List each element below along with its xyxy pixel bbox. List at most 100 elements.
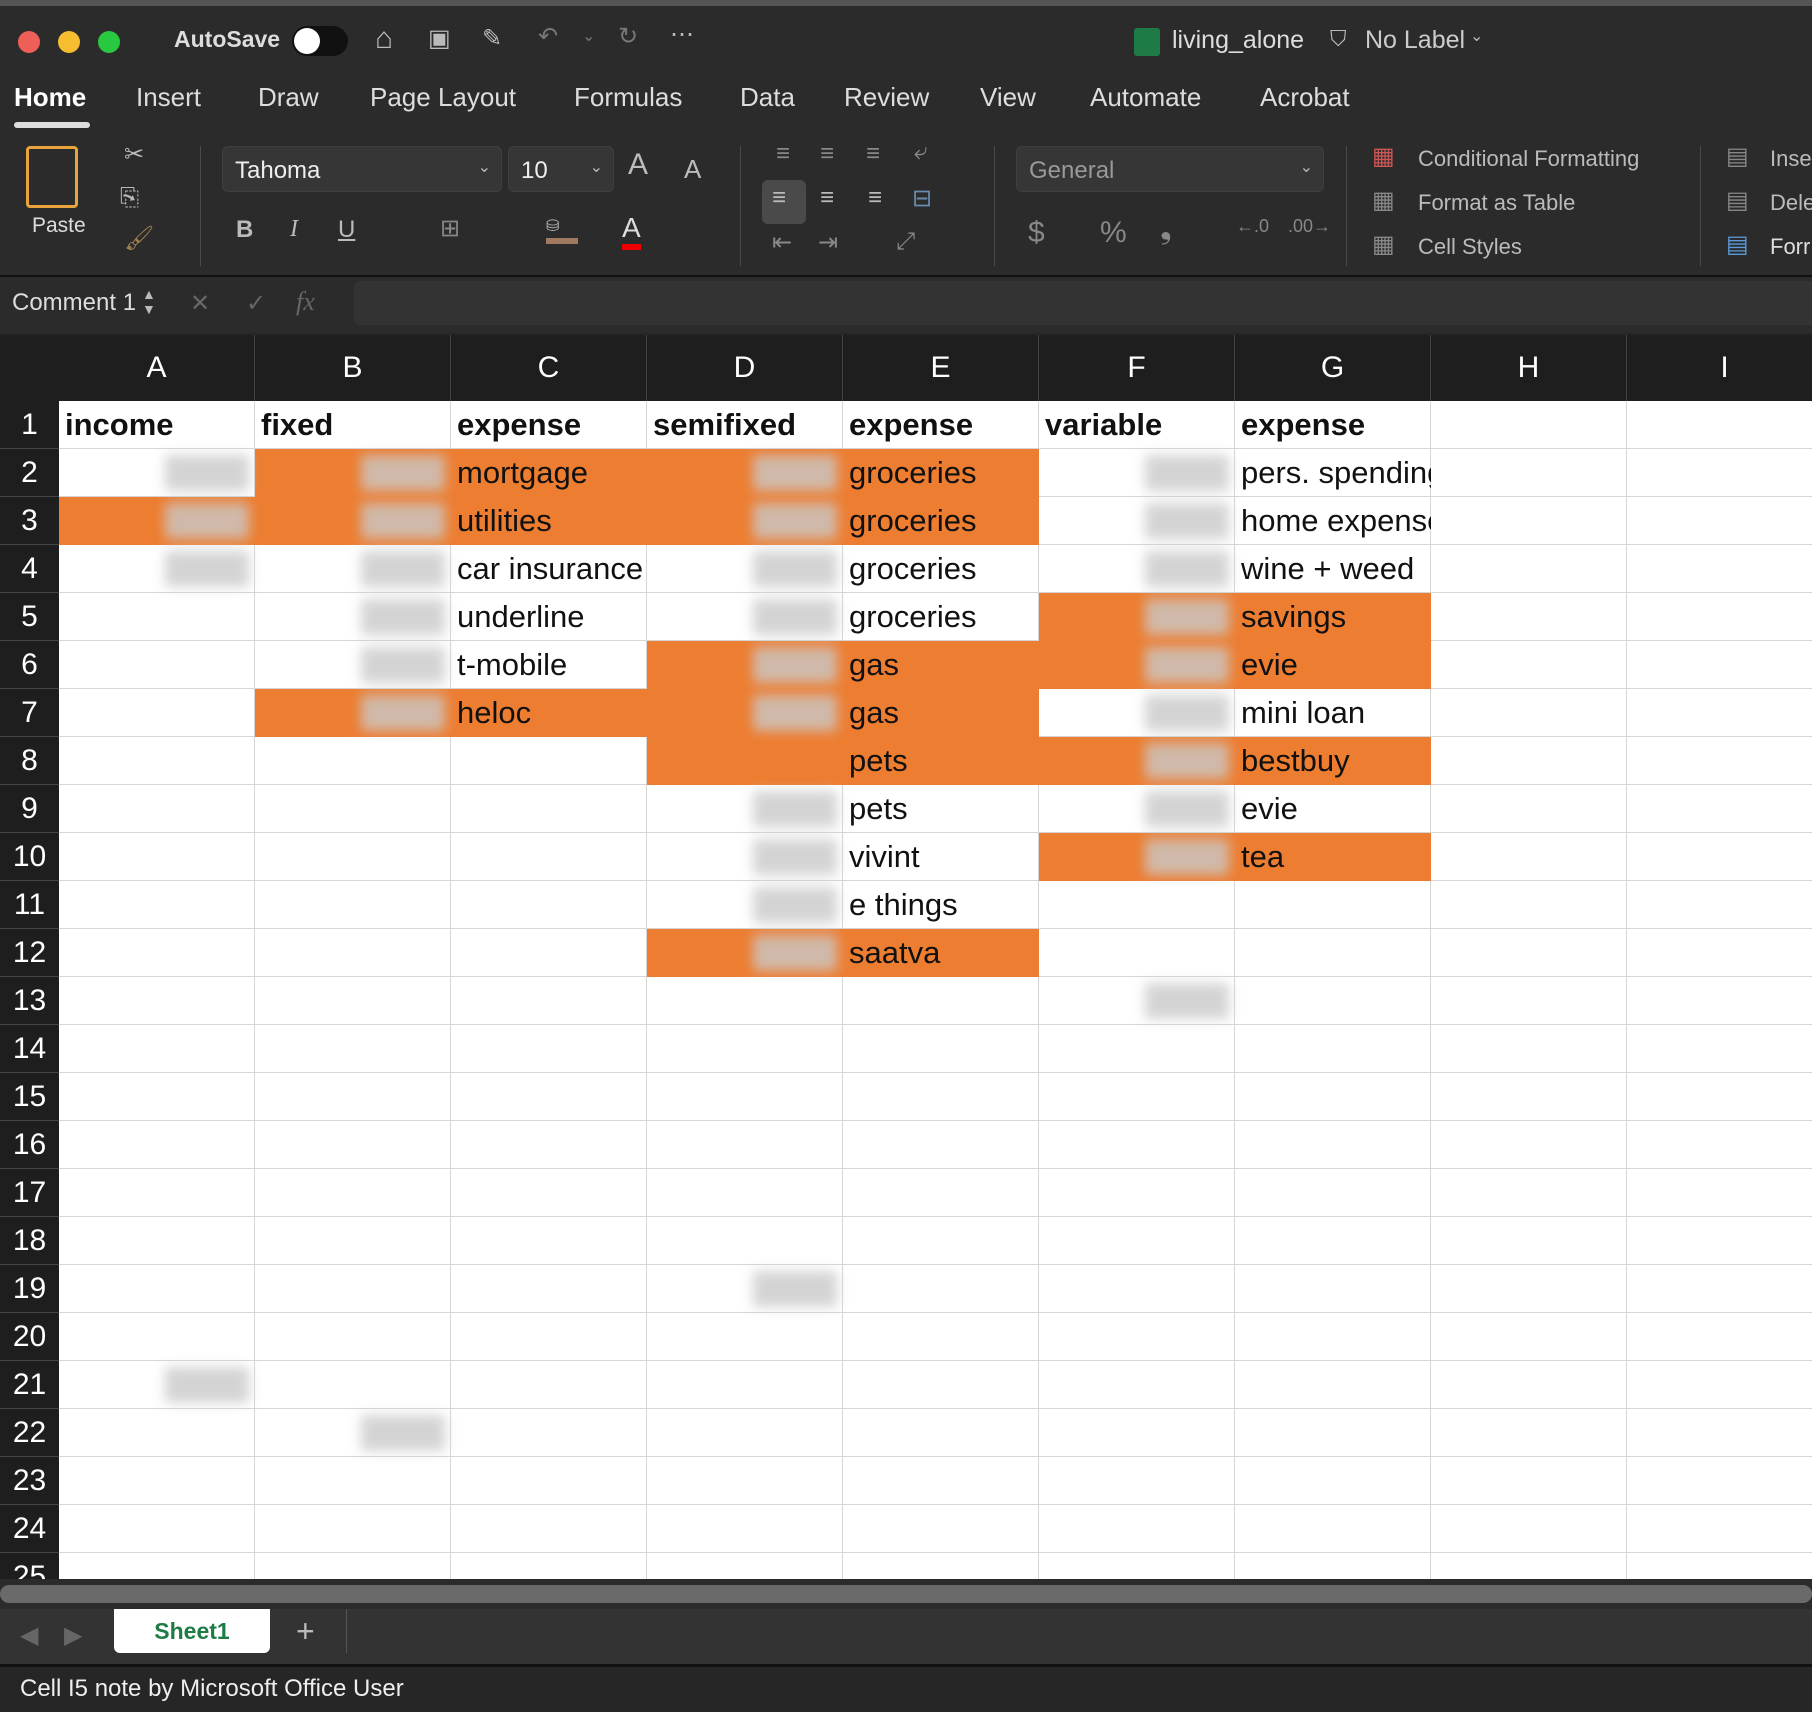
cell-a9[interactable] [59,785,255,833]
cancel-icon[interactable]: ✕ [190,289,210,318]
cell-a7[interactable] [59,689,255,737]
align-center-icon[interactable]: ≡ [820,184,834,212]
row-header[interactable]: 20 [0,1313,59,1361]
cell-g24[interactable] [1235,1505,1431,1553]
row-header[interactable]: 21 [0,1361,59,1409]
cell-d25[interactable] [647,1553,843,1579]
cell-f18[interactable] [1039,1217,1235,1265]
cell-i1[interactable] [1627,401,1812,449]
cell-b14[interactable] [255,1025,451,1073]
cell-h15[interactable] [1431,1073,1627,1121]
cell-i17[interactable] [1627,1169,1812,1217]
cell-i19[interactable] [1627,1265,1812,1313]
cell-h21[interactable] [1431,1361,1627,1409]
tab-review[interactable]: Review [844,82,929,113]
cell-d22[interactable] [647,1409,843,1457]
align-middle-icon[interactable]: ≡ [820,140,834,168]
cell-h2[interactable] [1431,449,1627,497]
cell-g20[interactable] [1235,1313,1431,1361]
borders-icon[interactable]: ⊞ [440,214,460,243]
cell-h10[interactable] [1431,833,1627,881]
font-color-button[interactable]: A [622,212,641,250]
cell-c17[interactable] [451,1169,647,1217]
cell-f25[interactable] [1039,1553,1235,1579]
cell-a22[interactable] [59,1409,255,1457]
cell-e16[interactable] [843,1121,1039,1169]
insert-button[interactable]: Inse [1770,146,1812,172]
cell-i11[interactable] [1627,881,1812,929]
cell-f16[interactable] [1039,1121,1235,1169]
select-all-button[interactable] [0,335,59,401]
cell-i4[interactable] [1627,545,1812,593]
cell-c25[interactable] [451,1553,647,1579]
cell-a13[interactable] [59,977,255,1025]
row-header[interactable]: 6 [0,641,59,689]
cut-icon[interactable]: ✂ [124,140,144,169]
cell-b12[interactable] [255,929,451,977]
cell-g22[interactable] [1235,1409,1431,1457]
name-box-stepper[interactable]: ▲ ▼ [142,287,156,317]
row-header[interactable]: 23 [0,1457,59,1505]
font-name-select[interactable]: Tahoma ⌄ [222,146,502,192]
cell-h7[interactable] [1431,689,1627,737]
cell-b11[interactable] [255,881,451,929]
format-button[interactable]: Forr [1770,234,1810,260]
cell-h4[interactable] [1431,545,1627,593]
cell-a14[interactable] [59,1025,255,1073]
column-header-i[interactable]: I [1627,335,1812,401]
cell-c15[interactable] [451,1073,647,1121]
cell-g12[interactable] [1235,929,1431,977]
italic-button[interactable]: I [290,216,298,243]
row-header[interactable]: 5 [0,593,59,641]
cell-i13[interactable] [1627,977,1812,1025]
number-format-select[interactable]: General ⌄ [1016,146,1324,192]
cell-e18[interactable] [843,1217,1039,1265]
column-header-f[interactable]: F [1039,335,1235,401]
cell-h19[interactable] [1431,1265,1627,1313]
cell-b24[interactable] [255,1505,451,1553]
cell-a10[interactable] [59,833,255,881]
cell-a16[interactable] [59,1121,255,1169]
zoom-window-button[interactable] [98,31,120,53]
cell-g21[interactable] [1235,1361,1431,1409]
cell-d8[interactable] [647,737,843,785]
cell-b16[interactable] [255,1121,451,1169]
cell-e21[interactable] [843,1361,1039,1409]
cell-h16[interactable] [1431,1121,1627,1169]
cell-b23[interactable] [255,1457,451,1505]
cell-i9[interactable] [1627,785,1812,833]
column-header-a[interactable]: A [59,335,255,401]
cell-f17[interactable] [1039,1169,1235,1217]
cell-h1[interactable] [1431,401,1627,449]
cell-g19[interactable] [1235,1265,1431,1313]
cell-c11[interactable] [451,881,647,929]
cell-d17[interactable] [647,1169,843,1217]
cell-d18[interactable] [647,1217,843,1265]
cell-d14[interactable] [647,1025,843,1073]
row-header[interactable]: 11 [0,881,59,929]
cell-f12[interactable] [1039,929,1235,977]
cell-f21[interactable] [1039,1361,1235,1409]
conditional-formatting-button[interactable]: Conditional Formatting [1418,146,1639,172]
cell-c14[interactable] [451,1025,647,1073]
cell-b21[interactable] [255,1361,451,1409]
cell-h9[interactable] [1431,785,1627,833]
tab-draw[interactable]: Draw [258,82,319,113]
font-size-select[interactable]: 10 ⌄ [508,146,614,192]
cell-a20[interactable] [59,1313,255,1361]
tab-data[interactable]: Data [740,82,795,113]
cell-i8[interactable] [1627,737,1812,785]
cell-b18[interactable] [255,1217,451,1265]
cell-b10[interactable] [255,833,451,881]
cell-c19[interactable] [451,1265,647,1313]
percent-button[interactable]: % [1100,216,1127,250]
cell-h13[interactable] [1431,977,1627,1025]
cell-c24[interactable] [451,1505,647,1553]
cell-i3[interactable] [1627,497,1812,545]
copy-icon[interactable]: ⎘ [120,184,139,212]
cell-f14[interactable] [1039,1025,1235,1073]
cell-d20[interactable] [647,1313,843,1361]
cell-i10[interactable] [1627,833,1812,881]
currency-button[interactable]: $ [1028,216,1045,250]
close-window-button[interactable] [18,31,40,53]
